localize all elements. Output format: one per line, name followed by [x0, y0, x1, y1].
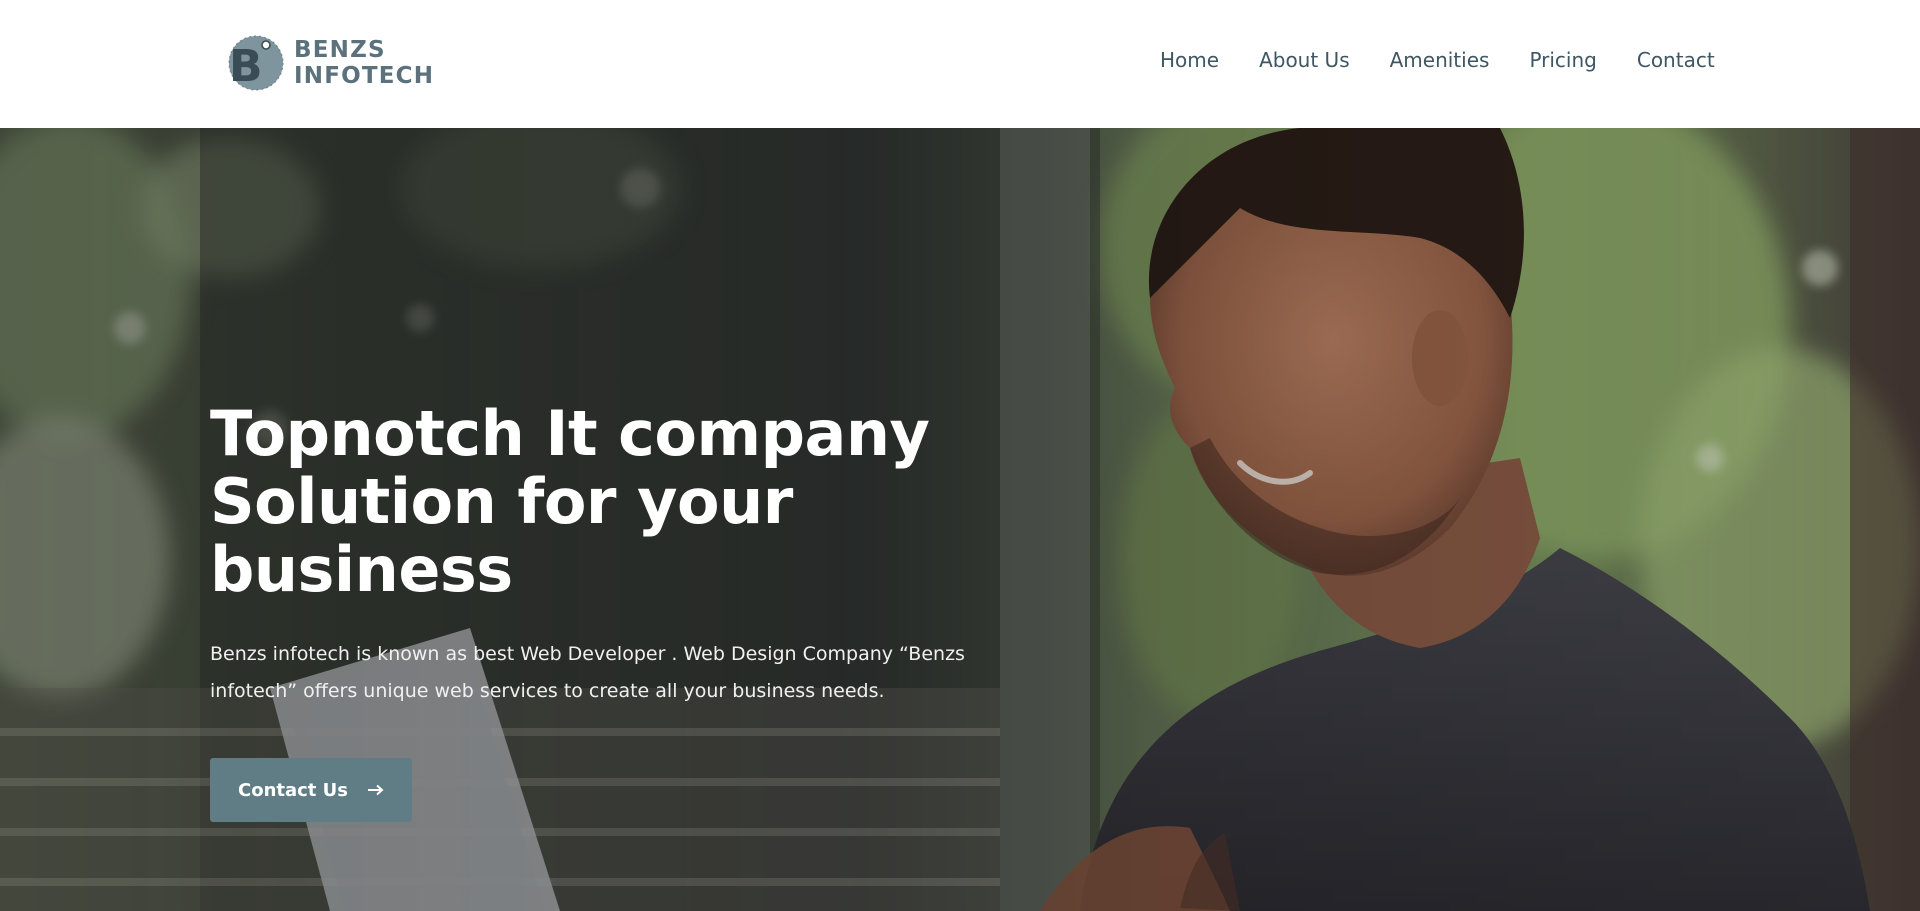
logo-mark-letter: B — [229, 41, 263, 92]
site-header: B BENZS INFOTECH Home About Us Amenities… — [0, 0, 1920, 128]
hero-title: Topnotch It company Solution for your bu… — [210, 400, 970, 604]
nav-pricing[interactable]: Pricing — [1529, 48, 1596, 72]
contact-us-button[interactable]: Contact Us — [210, 758, 413, 822]
arrow-right-icon — [368, 784, 384, 796]
nav-amenities[interactable]: Amenities — [1390, 48, 1490, 72]
logo-line-2: INFOTECH — [294, 62, 435, 89]
nav-about-us[interactable]: About Us — [1259, 48, 1350, 72]
nav-contact[interactable]: Contact — [1637, 48, 1715, 72]
main-nav: Home About Us Amenities Pricing Contact — [1160, 48, 1715, 72]
hero-title-line-3: business — [210, 533, 513, 606]
contact-us-button-label: Contact Us — [238, 779, 349, 801]
logo[interactable]: B BENZS INFOTECH — [226, 32, 434, 94]
hero-description: Benzs infotech is known as best Web Deve… — [210, 643, 965, 702]
hero-title-line-1: Topnotch It company — [210, 397, 930, 470]
hero-section: Topnotch It company Solution for your bu… — [0, 128, 1920, 911]
hero-title-line-2: Solution for your — [210, 465, 793, 538]
logo-mark-icon: B — [228, 35, 284, 92]
logo-line-1: BENZS — [294, 36, 386, 63]
logo-wordmark: BENZS INFOTECH — [294, 36, 435, 89]
nav-home[interactable]: Home — [1160, 48, 1219, 72]
hero-content: Topnotch It company Solution for your bu… — [210, 400, 970, 822]
